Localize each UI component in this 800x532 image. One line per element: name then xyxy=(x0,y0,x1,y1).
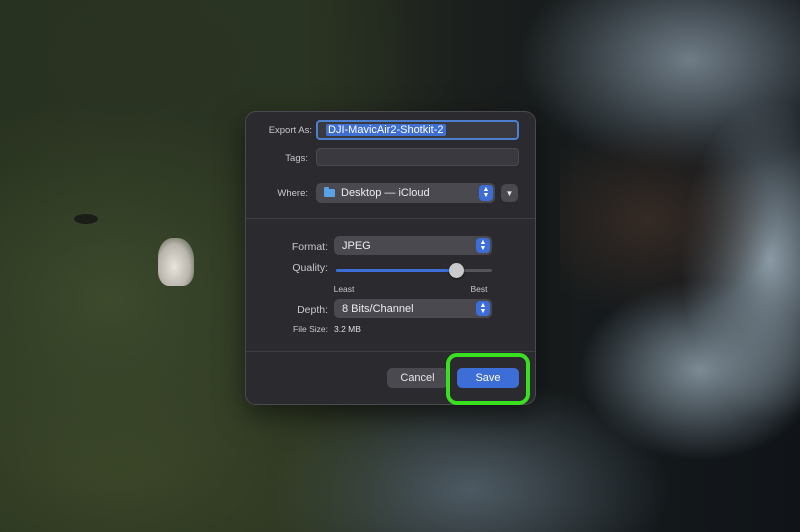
couple-in-photo xyxy=(158,238,194,286)
separator-bottom xyxy=(246,351,535,352)
save-button[interactable]: Save xyxy=(457,368,519,388)
dark-spot xyxy=(74,214,98,224)
chevron-updown-icon: ▲ ▼ xyxy=(476,238,490,253)
folder-icon xyxy=(324,187,335,197)
depth-value: 8 Bits/Channel xyxy=(342,302,414,315)
quality-slider[interactable] xyxy=(336,263,492,278)
chevron-down-icon: ▼ xyxy=(505,188,514,198)
chevron-updown-icon: ▲ ▼ xyxy=(476,301,490,316)
depth-label: Depth: xyxy=(297,304,328,316)
slider-knob[interactable] xyxy=(448,263,464,278)
format-popup[interactable]: JPEG ▲ ▼ xyxy=(334,236,492,255)
quality-best-label: Best xyxy=(470,284,488,294)
filesize-value: 3.2 MB xyxy=(334,324,361,334)
filesize-label: File Size: xyxy=(293,324,328,334)
chevron-updown-icon: ▲ ▼ xyxy=(479,185,493,201)
separator-top xyxy=(246,218,535,219)
where-label: Where: xyxy=(277,188,308,199)
where-popup[interactable]: Desktop — iCloud ▲ ▼ xyxy=(316,183,495,203)
tags-label: Tags: xyxy=(285,153,308,164)
quality-least-label: Least xyxy=(333,284,355,294)
export-as-label: Export As: xyxy=(268,125,312,136)
slider-fill xyxy=(336,269,457,272)
filename-field[interactable]: DJI-MavicAir2-Shotkit-2 xyxy=(316,120,519,140)
export-dialog: Export As: DJI-MavicAir2-Shotkit-2 Tags:… xyxy=(246,112,535,405)
tags-field[interactable] xyxy=(316,148,519,166)
rock-formation xyxy=(560,120,780,320)
quality-label: Quality: xyxy=(292,262,328,274)
cancel-button[interactable]: Cancel xyxy=(387,368,448,388)
depth-popup[interactable]: 8 Bits/Channel ▲ ▼ xyxy=(334,299,492,318)
expand-button[interactable]: ▼ xyxy=(501,184,518,202)
filename-text: DJI-MavicAir2-Shotkit-2 xyxy=(326,124,446,136)
format-value: JPEG xyxy=(342,239,371,252)
format-label: Format: xyxy=(291,241,328,253)
where-value: Desktop — iCloud xyxy=(341,187,430,199)
